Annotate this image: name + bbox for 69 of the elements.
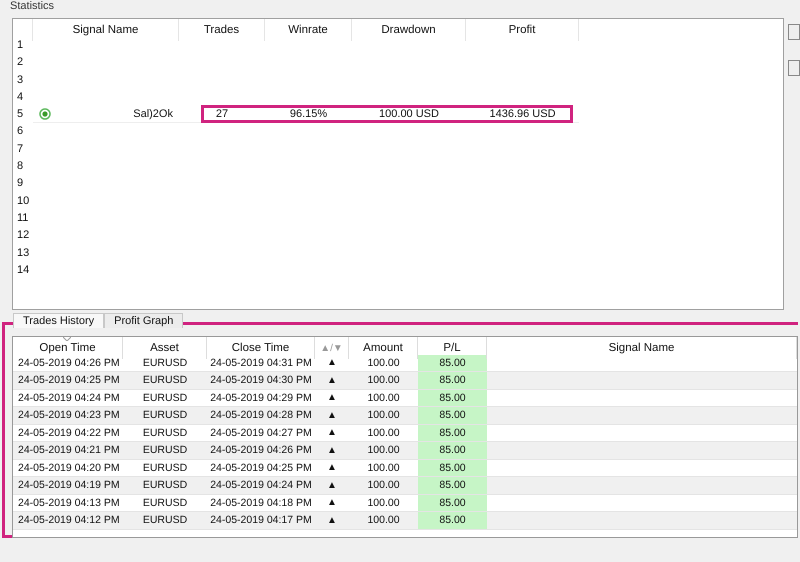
profit-cell: 85.00 (418, 494, 487, 512)
row-number: 10 (16, 194, 30, 209)
table-cell: 27 (179, 105, 265, 123)
row-number: 2 (16, 55, 24, 70)
toolbar-icon[interactable] (788, 24, 800, 40)
table-cell: 100.00 (349, 442, 418, 460)
table-cell: EURUSD (123, 407, 207, 424)
signal-name: Sal)2Ok (133, 108, 173, 120)
row-number: 8 (16, 159, 24, 174)
row-number: 4 (16, 90, 24, 105)
table-cell: 24-05-2019 04:21 PM (13, 442, 123, 460)
row-number: 13 (16, 246, 30, 260)
table-cell: EURUSD (123, 372, 207, 390)
column-header[interactable]: Asset (123, 337, 207, 359)
profit-cell: 85.00 (418, 354, 487, 372)
toolbar-icon[interactable] (788, 60, 800, 76)
table-cell: 100.00 USD (352, 105, 466, 123)
profit-cell: 85.00 (418, 407, 487, 424)
row-number: 12 (16, 228, 30, 244)
table-cell: 24-05-2019 04:12 PM (13, 512, 123, 530)
row-number: 11 (16, 210, 30, 226)
profit-cell: 85.00 (418, 372, 487, 390)
row-number: 9 (16, 176, 24, 192)
table-cell: 96.15% (265, 105, 352, 123)
column-header[interactable]: Profit (466, 19, 579, 41)
profit-cell: 85.00 (418, 390, 487, 407)
direction-cell: ▲ (315, 442, 349, 460)
table-cell: EURUSD (123, 442, 207, 460)
table-cell: 24-05-2019 04:19 PM (13, 477, 123, 494)
table-cell: 100.00 (349, 477, 418, 494)
column-header[interactable]: Trades (179, 19, 265, 41)
tab[interactable]: Trades History (13, 313, 104, 328)
table-cell: 1436.96 USD (466, 105, 579, 123)
column-header[interactable]: Signal Name (33, 19, 179, 41)
profit-cell: 85.00 (418, 442, 487, 460)
direction-cell: ▲ (315, 407, 349, 424)
table-cell: EURUSD (123, 512, 207, 530)
profit-cell: 85.00 (418, 512, 487, 530)
row-number: 1 (16, 38, 24, 53)
table-cell: 24-05-2019 04:28 PM (207, 407, 315, 424)
table-cell: 24-05-2019 04:23 PM (13, 407, 123, 424)
direction-cell: ▲ (315, 512, 349, 530)
table-cell: 100.00 (349, 407, 418, 424)
profit-cell: 85.00 (418, 424, 487, 442)
profit-cell: 85.00 (418, 460, 487, 477)
tab[interactable]: Profit Graph (104, 313, 184, 328)
column-header[interactable]: Winrate (265, 19, 352, 41)
table-cell: 24-05-2019 04:17 PM (207, 512, 315, 530)
row-number: 3 (16, 72, 24, 88)
table-cell: 24-05-2019 04:26 PM (207, 442, 315, 460)
table-cell: 24-05-2019 04:24 PM (207, 477, 315, 494)
direction-cell: ▲ (315, 372, 349, 390)
direction-cell: ▲ (315, 477, 349, 494)
target-icon (39, 108, 51, 120)
column-header[interactable]: Close Time (207, 337, 315, 359)
row-number: 7 (16, 142, 24, 157)
row-number: 5 (16, 107, 24, 122)
table-cell: EURUSD (123, 477, 207, 494)
column-header[interactable]: Open Time (13, 337, 123, 359)
column-header[interactable]: Drawdown (352, 19, 466, 41)
table-cell: 24-05-2019 04:25 PM (13, 372, 123, 390)
table-cell: 24-05-2019 04:30 PM (207, 372, 315, 390)
row-number: 14 (16, 262, 30, 278)
profit-cell: 85.00 (418, 477, 487, 494)
column-header[interactable]: Signal Name (487, 337, 797, 359)
table-cell: 100.00 (349, 512, 418, 530)
window-title: Statistics (9, 0, 56, 14)
row-number: 6 (16, 124, 24, 140)
table-cell: 100.00 (349, 372, 418, 390)
